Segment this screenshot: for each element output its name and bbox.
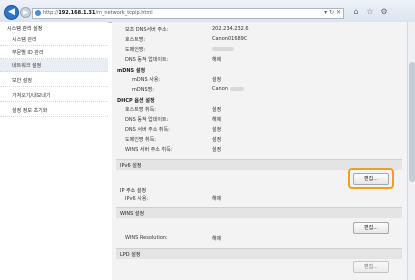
- settings-gear-icon[interactable]: ⚙: [378, 6, 390, 17]
- scrollbar-thumb[interactable]: [409, 62, 415, 182]
- vertical-scrollbar[interactable]: [407, 22, 415, 280]
- address-controls[interactable]: ▾ ↻ ✕: [324, 9, 341, 16]
- dns-host-row: 호스트명: Canon01689C: [125, 36, 248, 43]
- ipv6-use-row: IPv6 사용: 해제: [125, 196, 222, 202]
- address-bar[interactable]: http://192.168.1.31/m_network_tcpip.html…: [32, 8, 344, 19]
- dhcp-row: DNS 동적 업데이트: 해제: [125, 117, 222, 123]
- dhcp-row: 호스트명 취득: 설정: [125, 107, 222, 113]
- mdns-name-row: mDNS명: Canon: [112, 86, 402, 96]
- browser-page-icon: [35, 10, 41, 16]
- highlight-frame: [348, 168, 394, 189]
- sidebar-item-system-management[interactable]: 시스템 관리: [0, 33, 108, 46]
- forward-arrow-icon[interactable]: ▶: [20, 7, 31, 18]
- redacted-value: [212, 46, 234, 52]
- mdns-section-title: mDNS 설정: [117, 68, 146, 74]
- settings-panel: 보조 DNS서버 주소: 202.234.232.6 호스트명: Canon01…: [112, 22, 415, 280]
- mdns-use-row: mDNS 사용: 설정: [132, 77, 222, 83]
- lpd-section-header: LPD 설정: [116, 248, 402, 259]
- sidebar-item-security[interactable]: 보안 설정: [0, 74, 108, 87]
- dns-dynamic-row: DNS 동적 업데이트: 해제: [125, 57, 222, 63]
- dns-secondary-row: 보조 DNS서버 주소: 202.234.232.6: [125, 26, 249, 33]
- back-arrow-icon[interactable]: ◀: [4, 5, 19, 20]
- dhcp-row: DNS 서버 주소 취득: 설정: [125, 127, 222, 133]
- home-icon[interactable]: ⌂: [350, 6, 362, 17]
- wins-edit-button[interactable]: 편집...: [353, 222, 389, 234]
- dhcp-row: WINS 서버 주소 취득: 설정: [125, 147, 222, 153]
- dhcp-section-title: DHCP 옵션 설정: [117, 98, 155, 104]
- sidebar-item-department-id[interactable]: 부문별 ID 관리: [0, 46, 108, 59]
- ipv6-ip-settings-title: IP 주소 설정: [120, 188, 147, 194]
- sidebar-header: 시스템 관리 설정: [7, 26, 43, 32]
- dhcp-row: 도메인명 취득: 설정: [125, 137, 222, 143]
- sidebar-item-network[interactable]: 네트워크 설정: [0, 59, 108, 72]
- redacted-value: [229, 86, 244, 91]
- favorites-star-icon[interactable]: ☆: [364, 6, 376, 17]
- lpd-edit-button[interactable]: 편집...: [353, 261, 389, 273]
- browser-toolbar: ◀ ▶ http://192.168.1.31/m_network_tcpip.…: [0, 0, 415, 23]
- dns-domain-row: 도메인명:: [112, 46, 402, 56]
- sidebar-item-import-export[interactable]: 가져오기/내보내기: [0, 89, 108, 102]
- sidebar-item-reset[interactable]: 설정 정보 초기화: [0, 104, 108, 117]
- wins-section-header: WINS 설정: [116, 207, 402, 218]
- sidebar: 시스템 관리 설정 시스템 관리 부문별 ID 관리 네트워크 설정 보안 설정…: [0, 22, 108, 280]
- browser-tools: ⌂ ☆ ⚙: [348, 6, 390, 17]
- url-text: http://192.168.1.31/m_network_tcpip.html: [43, 10, 153, 16]
- wins-resolution-row: WINS Resolution: 해제: [125, 235, 222, 242]
